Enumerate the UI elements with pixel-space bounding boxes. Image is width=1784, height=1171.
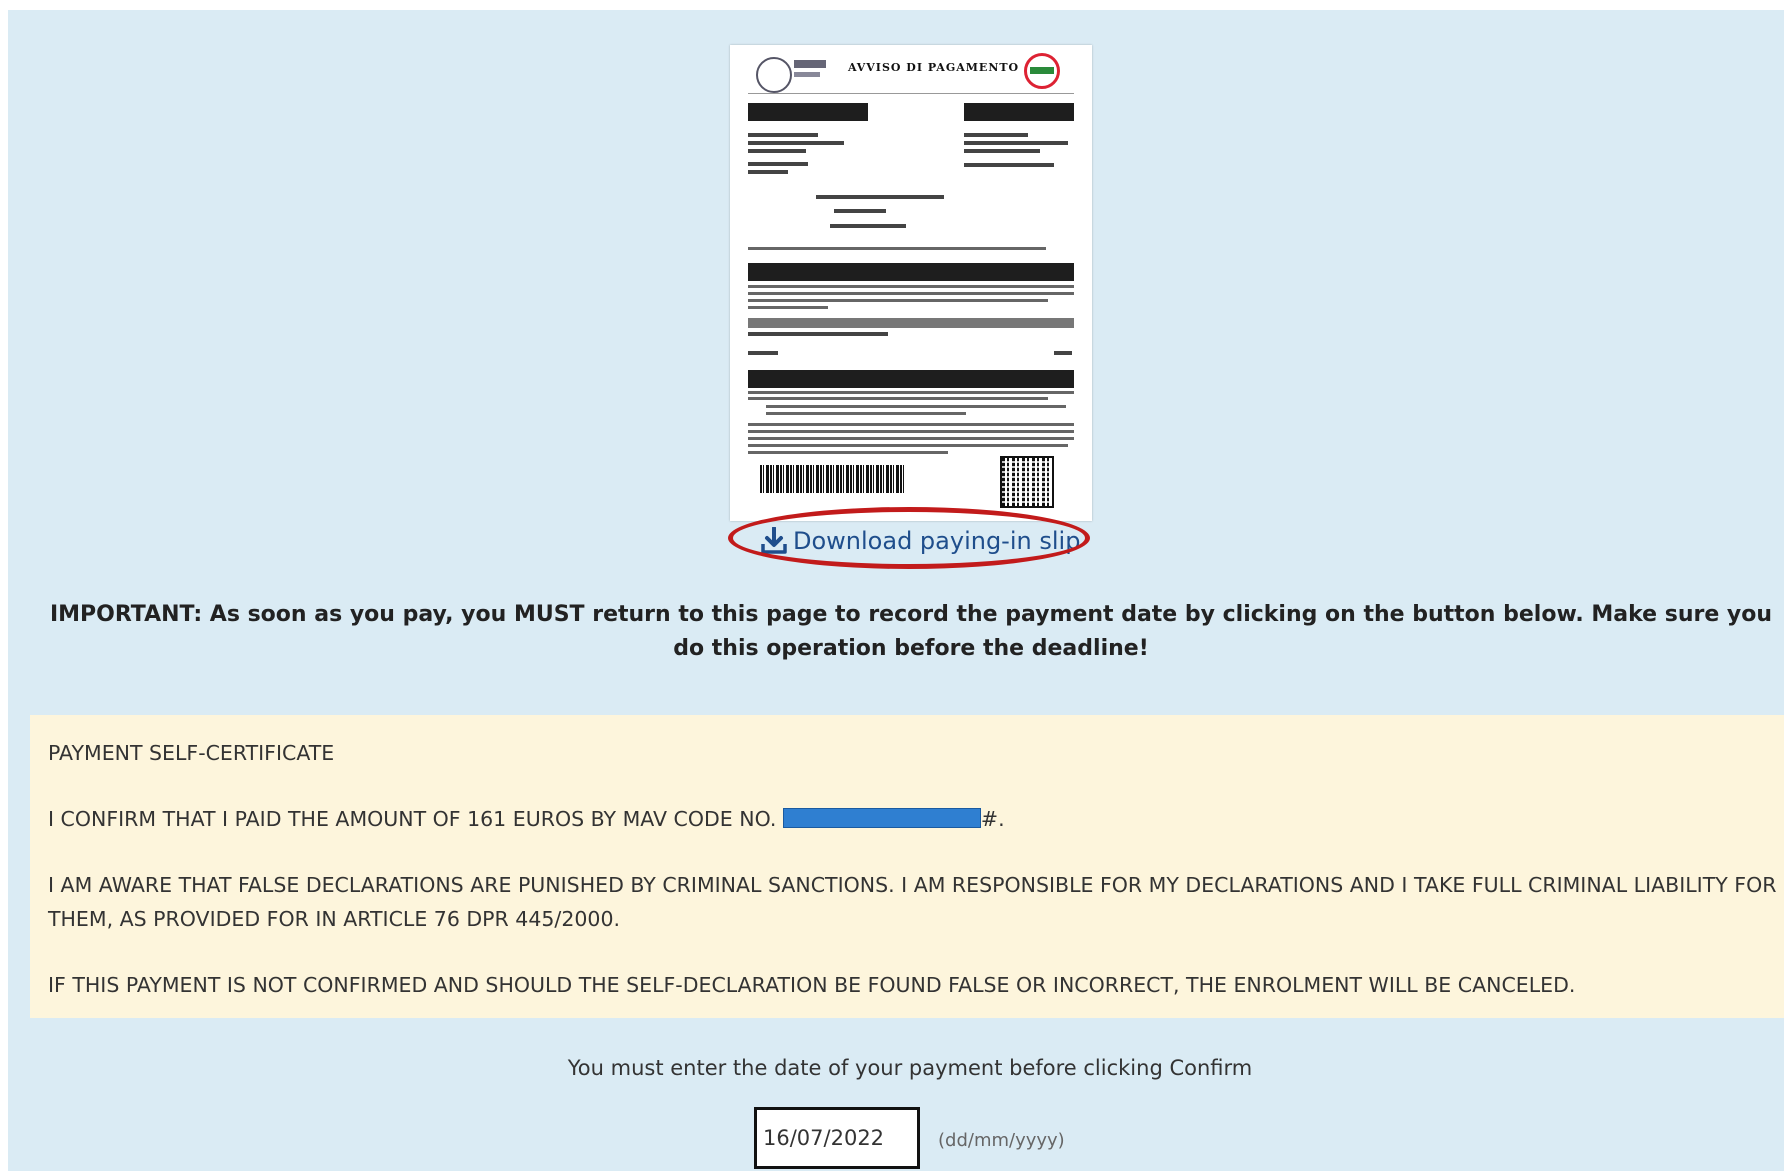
barcode-icon: [760, 465, 906, 493]
certificate-warning: IF THIS PAYMENT IS NOT CONFIRMED AND SHO…: [48, 973, 1576, 997]
slip-text-line: [964, 133, 1028, 137]
slip-text-line: [748, 299, 1048, 302]
paying-in-slip-preview[interactable]: AVVISO DI PAGAMENTO: [730, 45, 1092, 521]
download-icon: [761, 527, 787, 554]
slip-title: AVVISO DI PAGAMENTO: [848, 61, 1020, 74]
slip-text-line: [834, 209, 886, 213]
redacted-mav-code: [782, 808, 981, 828]
slip-text-line: [748, 391, 1074, 394]
slip-text-line: [1054, 351, 1072, 355]
slip-text-line: [964, 163, 1054, 167]
date-format-hint: (dd/mm/yyyy): [938, 1130, 1065, 1151]
slip-text-line: [748, 133, 818, 137]
slip-info-bar: [748, 263, 1074, 281]
important-notice: IMPORTANT: As soon as you pay, you MUST …: [49, 602, 1773, 661]
slip-text-line: [748, 397, 1048, 400]
qr-code-icon: [1000, 456, 1054, 508]
slip-table-header: [748, 318, 1074, 328]
slip-text-line: [748, 451, 948, 454]
payment-date-instruction: You must enter the date of your payment …: [567, 1056, 1253, 1080]
slip-payer-bar: [964, 103, 1074, 121]
slip-creditor-bar: [748, 103, 868, 121]
download-paying-in-slip-link[interactable]: Download paying-in slip: [761, 521, 1080, 561]
slip-divider: [748, 93, 1074, 94]
slip-text-line: [964, 141, 1068, 145]
slip-text-line: [748, 141, 844, 145]
slip-text-line: [748, 162, 808, 166]
slip-text-line: [766, 405, 1066, 408]
confirmation-suffix: #.: [980, 807, 1005, 831]
slip-text-line: [964, 149, 1040, 153]
certificate-heading: PAYMENT SELF-CERTIFICATE: [48, 741, 335, 765]
slip-text-line: [816, 195, 944, 199]
certificate-confirmation: I CONFIRM THAT I PAID THE AMOUNT OF 161 …: [48, 802, 1784, 836]
slip-text-line: [748, 332, 888, 336]
university-logo-subtext: [794, 72, 820, 77]
slip-text-line: [748, 285, 1074, 288]
slip-text-line: [748, 437, 1074, 440]
slip-text-line: [748, 444, 1068, 447]
university-logo-text: [794, 60, 826, 68]
slip-text-line: [748, 170, 788, 174]
slip-text-line: [748, 292, 1074, 295]
university-seal-icon: [756, 57, 792, 93]
payment-date-input[interactable]: [754, 1107, 920, 1169]
certificate-awareness: I AM AWARE THAT FALSE DECLARATIONS ARE P…: [48, 873, 1777, 931]
slip-text-line: [748, 423, 1074, 426]
slip-instructions-bar: [748, 370, 1074, 388]
slip-text-line: [748, 149, 806, 153]
payment-self-certificate: PAYMENT SELF-CERTIFICATE I CONFIRM THAT …: [30, 715, 1784, 1018]
slip-text-line: [748, 430, 1074, 433]
confirmation-text: I CONFIRM THAT I PAID THE AMOUNT OF 161 …: [48, 807, 783, 831]
slip-text-line: [748, 351, 778, 355]
slip-text-line: [748, 306, 828, 309]
slip-text-line: [766, 412, 966, 415]
download-link-label: Download paying-in slip: [793, 527, 1081, 555]
slip-text-line: [830, 224, 906, 228]
slip-text-line: [748, 247, 1046, 250]
pagopa-logo-icon: [1024, 53, 1060, 89]
